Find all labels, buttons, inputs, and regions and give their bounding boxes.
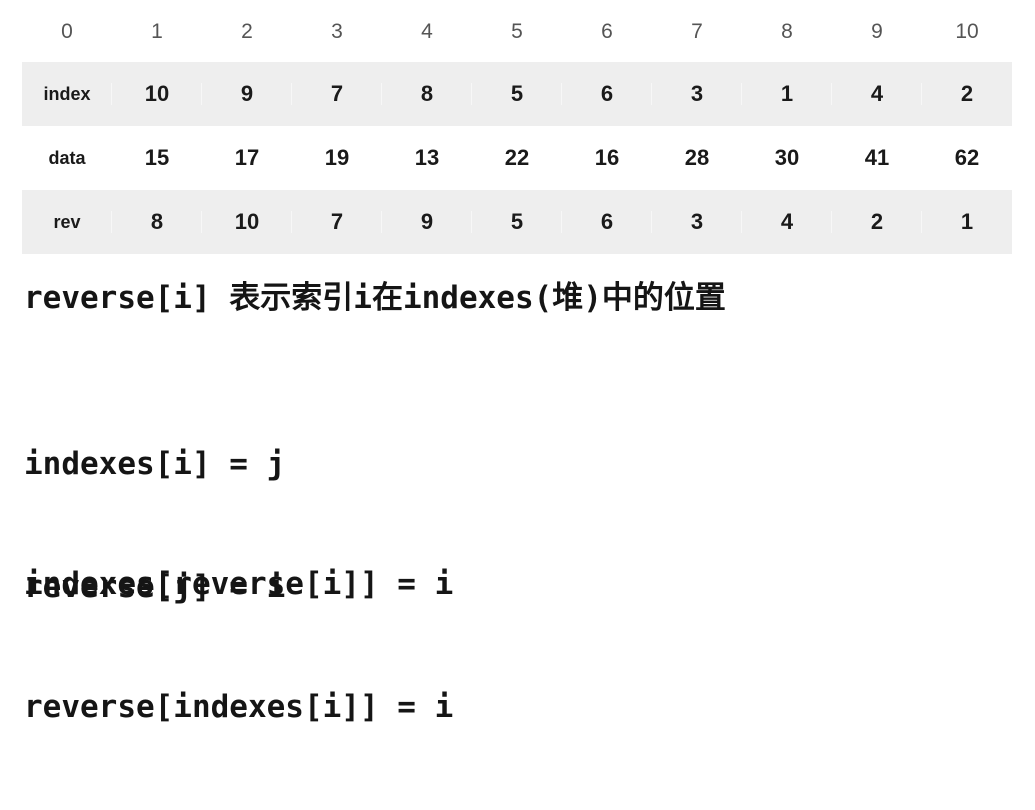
index-row-label: index (43, 84, 91, 104)
position-header-cell: 9 (871, 19, 883, 43)
position-header-cell: 8 (781, 19, 793, 43)
position-header-cell: 5 (511, 19, 523, 43)
reverse-description: reverse[i] 表示索引i在indexes(堆)中的位置 (24, 280, 726, 316)
position-header-cell: 6 (601, 19, 613, 43)
data-cell: 15 (144, 145, 170, 170)
assignment-line: indexes[i] = j (24, 446, 286, 482)
rev-cell: 10 (202, 211, 292, 233)
index-cell: 9 (202, 83, 292, 105)
index-cell: 8 (382, 83, 472, 105)
rev-cell: 4 (742, 211, 832, 233)
data-cell: 13 (414, 145, 440, 170)
index-cell: 5 (472, 83, 562, 105)
identity-line: indexes[reverse[i]] = i (24, 566, 454, 602)
position-header-cell: 0 (61, 19, 73, 43)
inverse-identity-block: indexes[reverse[i]] = i reverse[indexes[… (24, 482, 453, 810)
rev-cell: 9 (382, 211, 472, 233)
position-header-cell: 7 (691, 19, 703, 43)
rev-cell: 7 (292, 211, 382, 233)
index-cell: 4 (832, 83, 922, 105)
data-cell: 16 (594, 145, 620, 170)
rev-cell: 1 (922, 211, 1012, 233)
rev-cell: 5 (472, 211, 562, 233)
data-row-label: data (48, 148, 86, 168)
index-cell: 7 (292, 83, 382, 105)
slide: 0 1 2 3 4 5 6 7 8 9 10 index 10 9 7 8 5 … (0, 0, 1035, 725)
position-header-cell: 10 (955, 19, 979, 43)
position-header-cell: 2 (241, 19, 253, 43)
data-cell: 62 (954, 145, 980, 170)
index-cell: 1 (742, 83, 832, 105)
data-cell: 17 (234, 145, 260, 170)
rev-cell: 8 (112, 211, 202, 233)
data-cell: 28 (684, 145, 710, 170)
data-row: data 15 17 19 13 22 16 28 30 41 62 (22, 126, 1012, 190)
position-header-cell: 1 (151, 19, 163, 43)
index-cell: 6 (562, 83, 652, 105)
index-row: index 10 9 7 8 5 6 3 1 4 2 (22, 62, 1012, 126)
index-heap-table: 0 1 2 3 4 5 6 7 8 9 10 index 10 9 7 8 5 … (22, 0, 1012, 254)
rev-cell: 3 (652, 211, 742, 233)
data-cell: 30 (774, 145, 800, 170)
rev-cell: 6 (562, 211, 652, 233)
index-cell: 2 (922, 83, 1012, 105)
rev-row: rev 8 10 7 9 5 6 3 4 2 1 (22, 190, 1012, 254)
position-header-cell: 4 (421, 19, 433, 43)
data-cell: 19 (324, 145, 350, 170)
index-cell: 3 (652, 83, 742, 105)
data-cell: 22 (504, 145, 530, 170)
identity-line: reverse[indexes[i]] = i (24, 689, 454, 725)
rev-cell: 2 (832, 211, 922, 233)
position-header-cell: 3 (331, 19, 343, 43)
data-cell: 41 (864, 145, 890, 170)
rev-row-label: rev (53, 212, 81, 232)
index-cell: 10 (112, 83, 202, 105)
position-header-row: 0 1 2 3 4 5 6 7 8 9 10 (22, 0, 1012, 62)
